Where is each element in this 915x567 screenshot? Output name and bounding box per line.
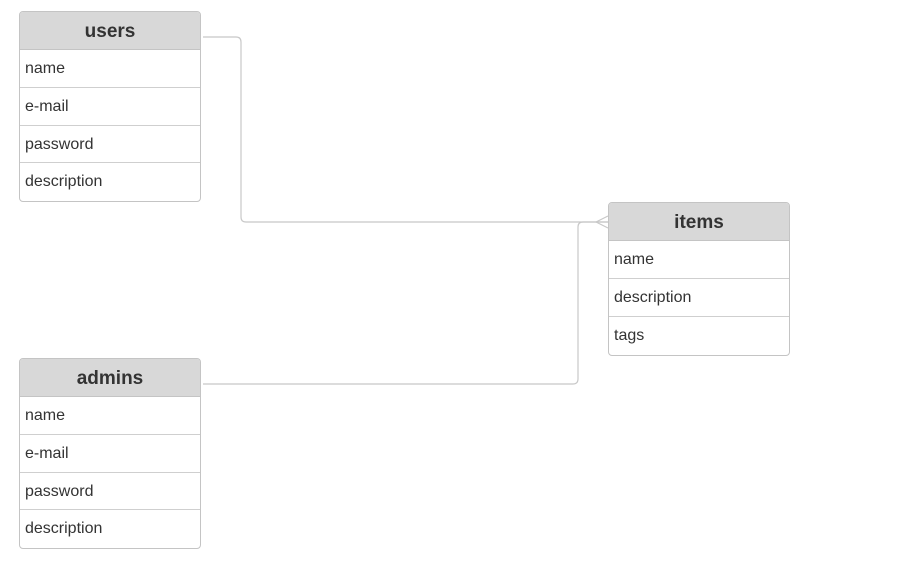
field-row[interactable]: password — [20, 471, 200, 509]
crowfoot-many-icon — [595, 215, 609, 229]
field-row[interactable]: e-mail — [20, 87, 200, 124]
relation-line-admins-items[interactable] — [203, 221, 608, 385]
table-users[interactable]: users name e-mail password description — [19, 11, 201, 202]
table-admins[interactable]: admins name e-mail password description — [19, 358, 201, 549]
field-row[interactable]: description — [20, 508, 200, 546]
field-row[interactable]: tags — [609, 315, 789, 353]
field-row[interactable]: password — [20, 124, 200, 162]
table-title[interactable]: items — [609, 203, 789, 241]
field-row[interactable]: name — [609, 241, 789, 278]
field-row[interactable]: description — [20, 161, 200, 199]
table-items[interactable]: items name description tags — [608, 202, 790, 356]
field-row[interactable]: description — [609, 278, 789, 315]
table-title[interactable]: users — [20, 12, 200, 50]
field-row[interactable]: name — [20, 397, 200, 434]
relation-line-users-items[interactable] — [203, 36, 608, 223]
table-title[interactable]: admins — [20, 359, 200, 397]
field-row[interactable]: e-mail — [20, 434, 200, 471]
field-row[interactable]: name — [20, 50, 200, 87]
